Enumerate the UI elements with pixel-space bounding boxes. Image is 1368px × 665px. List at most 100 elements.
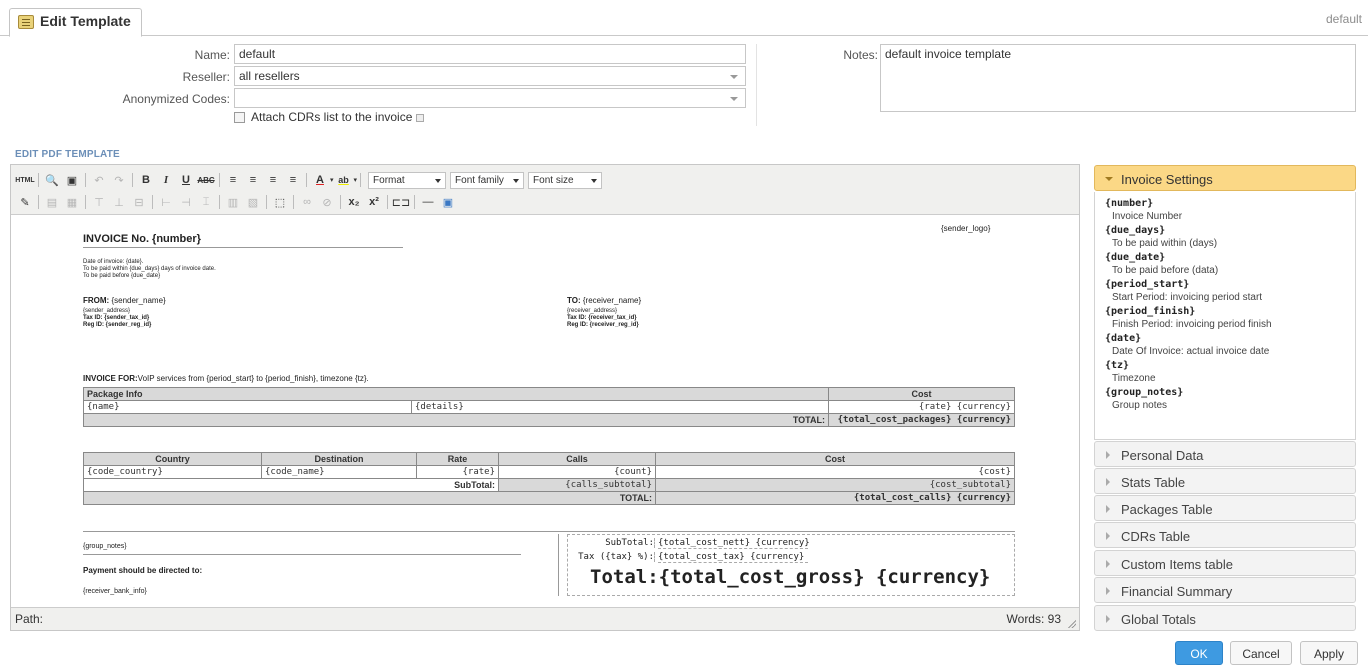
accordion-invoice-settings[interactable]: Invoice Settings [1094,165,1356,191]
reseller-select[interactable]: all resellers [234,66,746,86]
name-input[interactable]: default [234,44,746,64]
var-key[interactable]: {period_finish} [1105,306,1355,318]
edit-icon[interactable]: ✎ [15,193,35,211]
accordion-stats-table[interactable]: Stats Table [1094,468,1356,494]
align-justify-icon[interactable]: ≡ [283,171,303,189]
delete-col-icon[interactable]: ⌶ [196,193,216,211]
page-break-icon[interactable]: ⊏⊐ [391,193,411,211]
insert-col-before-icon[interactable]: ⊢ [156,193,176,211]
font-family-dropdown[interactable]: Font family [450,171,525,189]
var-desc: To be paid within (days) [1112,238,1218,249]
accordion-financial-summary[interactable]: Financial Summary [1094,577,1356,603]
accordion-packages-table[interactable]: Packages Table [1094,495,1356,521]
fullscreen-icon[interactable]: ▣ [62,171,82,189]
align-right-icon[interactable]: ≡ [263,171,283,189]
var-key[interactable]: {tz} [1105,360,1355,372]
merge-cells-icon[interactable]: ▧ [243,193,263,211]
var-key[interactable]: {period_start} [1105,279,1355,291]
tab-edit-template[interactable]: Edit Template [9,8,142,37]
media-icon[interactable]: ▣ [438,193,458,211]
highlight-color-icon[interactable]: ab [334,171,354,189]
section-title: EDIT PDF TEMPLATE [15,149,120,160]
var-desc: Invoice Number [1112,211,1183,222]
var-key[interactable]: {number} [1105,198,1355,210]
align-left-icon[interactable]: ≡ [223,171,243,189]
apply-button[interactable]: Apply [1300,641,1358,665]
strikethrough-icon[interactable]: ABC [196,171,216,189]
visual-aid-icon[interactable]: ⬚ [270,193,290,211]
anonymized-codes-select[interactable] [234,88,746,108]
find-icon[interactable]: 🔍 [42,171,62,189]
var-key[interactable]: {group_notes} [1105,387,1355,399]
subscript-icon[interactable]: x₂ [344,193,364,211]
pkg-name-cell: {name} [83,400,412,414]
invoice-for-line: INVOICE FOR:VoIP services from {period_s… [83,374,369,383]
accordion-personal-data[interactable]: Personal Data [1094,441,1356,467]
pkg-details-cell: {details} [411,400,829,414]
cancel-button[interactable]: Cancel [1230,641,1292,665]
name-label: Name: [194,48,230,62]
table-row-props-icon[interactable]: ▤ [42,193,62,211]
to-line: TO: {receiver_name} [567,296,642,305]
var-key[interactable]: {due_days} [1105,225,1355,237]
format-dropdown[interactable]: Format [368,171,447,189]
split-cells-icon[interactable]: ▥ [223,193,243,211]
sum-subtotal-label: SubTotal: [568,538,655,548]
attach-cdrs-label: Attach CDRs list to the invoice [251,110,425,124]
notes-textarea[interactable]: default invoice template [880,44,1356,112]
underline-icon[interactable]: U [176,171,196,189]
word-count: Words: 93 [1006,612,1061,626]
unlink-icon[interactable]: ⊘ [317,193,337,211]
superscript-icon[interactable]: x² [364,193,384,211]
table-cell-props-icon[interactable]: ▦ [62,193,82,211]
accordion-custom-items-table[interactable]: Custom Items table [1094,550,1356,576]
from-line: FROM: {sender_name} [83,296,166,305]
align-center-icon[interactable]: ≡ [243,171,263,189]
calls-country-cell: {code_country} [83,465,262,479]
bank-info-placeholder: {receiver_bank_info} [83,588,147,595]
calls-table: Country Destination Rate Calls Cost {cod… [83,452,1015,505]
calls-rate-cell: {rate} [416,465,499,479]
to-reg-id: Reg ID: {receiver_reg_id} [567,322,639,328]
undo-icon[interactable]: ↶ [89,171,109,189]
pkg-total-value: {total_cost_packages} {currency} [828,413,1015,427]
resize-handle-icon[interactable] [1067,619,1076,628]
sender-logo-placeholder: {sender_logo} [941,224,991,233]
to-tax-id: Tax ID: {receiver_tax_id} [567,315,637,321]
var-key[interactable]: {due_date} [1105,252,1355,264]
bold-icon[interactable]: B [136,171,156,189]
accordion-global-totals[interactable]: Global Totals [1094,605,1356,631]
link-icon[interactable]: ∞ [297,193,317,211]
insert-row-before-icon[interactable]: ⊤ [89,193,109,211]
attach-cdrs-checkbox[interactable] [234,112,245,123]
calls-cost-cell: {cost} [655,465,1015,479]
calls-header-calls: Calls [498,452,656,466]
editor-document[interactable]: {sender_logo} INVOICE No. {number} Date … [11,215,1079,608]
redo-icon[interactable]: ↷ [109,171,129,189]
italic-icon[interactable]: I [156,171,176,189]
help-icon[interactable] [416,114,425,122]
notes-label: Notes: [843,48,878,62]
calls-count-cell: {count} [498,465,656,479]
insert-col-after-icon[interactable]: ⊣ [176,193,196,211]
insert-row-after-icon[interactable]: ⊥ [109,193,129,211]
ok-button[interactable]: OK [1175,641,1223,665]
html-source-button[interactable]: HTML [15,171,35,189]
sum-tax-value: {total_cost_tax} {currency} [658,552,808,563]
accordion-cdrs-table[interactable]: CDRs Table [1094,522,1356,548]
notes-underline [83,554,521,555]
var-key[interactable]: {date} [1105,333,1355,345]
calls-destination-cell: {code_name} [261,465,417,479]
delete-row-icon[interactable]: ⊟ [129,193,149,211]
font-size-dropdown[interactable]: Font size [528,171,603,189]
calls-subtotal-value: {calls_subtotal} [498,478,656,492]
sum-total: Total:{total_cost_gross} {currency} [590,566,991,588]
group-notes-placeholder: {group_notes} [83,543,127,550]
summary-divider [83,531,1015,532]
cost-subtotal-value: {cost_subtotal} [655,478,1015,492]
calls-subtotal-label: SubTotal: [83,478,499,492]
pkg-header-info: Package Info [83,387,829,401]
text-color-icon[interactable]: A [310,171,330,189]
highlight-arrow-icon[interactable]: ▾ [354,176,358,184]
horizontal-rule-icon[interactable]: — [418,193,438,211]
